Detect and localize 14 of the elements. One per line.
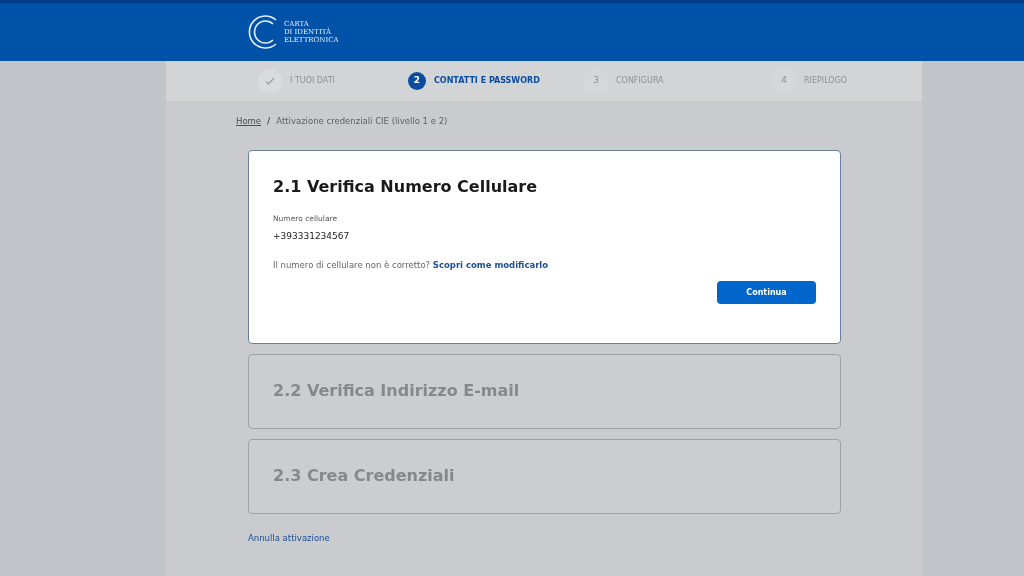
section-title: 2.3 Crea Credenziali bbox=[273, 465, 455, 488]
step-tab[interactable]: 2 CONTATTI E PASSWORD bbox=[392, 61, 542, 101]
breadcrumb-separator: / bbox=[267, 115, 271, 128]
section-title: 2.1 Verifica Numero Cellulare bbox=[273, 175, 539, 198]
section-title: 2.2 Verifica Indirizzo E-mail bbox=[273, 380, 520, 403]
breadcrumb-home-link[interactable]: Home bbox=[236, 115, 262, 128]
continue-button[interactable]: Continua bbox=[717, 281, 816, 305]
step-number: 2 bbox=[408, 72, 426, 90]
hint-text: Il numero di cellulare non è corretto? Scopri come modificarlo bbox=[273, 258, 550, 272]
breadcrumb-current: Attivazione credenziali CIE (livello 1 e 2) bbox=[276, 115, 448, 128]
cancel-link[interactable]: Annulla attivazione bbox=[248, 531, 330, 545]
check-icon bbox=[258, 69, 282, 93]
modify-link[interactable]: Scopri come modificarlo bbox=[432, 259, 549, 270]
field-value: +393331234567 bbox=[273, 230, 351, 243]
